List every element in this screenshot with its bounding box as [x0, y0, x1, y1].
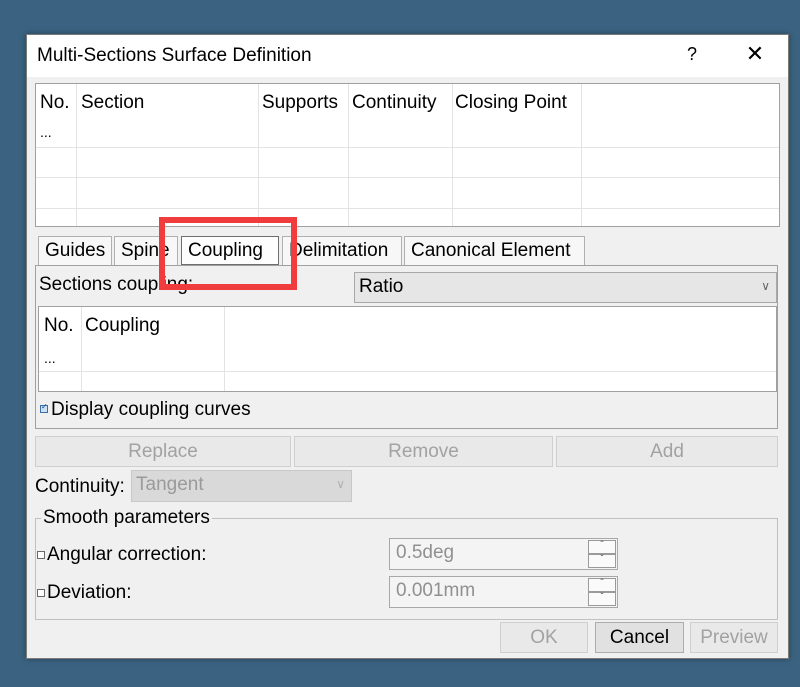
continuity-select[interactable]: Tangent ∨ [131, 470, 352, 502]
tab-guides[interactable]: Guides [38, 236, 112, 265]
spin-up-icon[interactable]: ˆ [588, 578, 616, 592]
deviation-checkbox[interactable] [37, 589, 45, 597]
table-row[interactable]: ... [40, 124, 52, 140]
column-header-section[interactable]: Section [81, 92, 144, 114]
angular-correction-checkbox[interactable] [37, 551, 45, 559]
chevron-down-icon: ∨ [336, 477, 345, 491]
deviation-spinner[interactable]: 0.001mm ˆ ˇ [389, 576, 618, 608]
preview-button[interactable]: Preview [690, 622, 778, 653]
spin-down-icon[interactable]: ˇ [588, 554, 616, 568]
angular-correction-value: 0.5deg [396, 542, 455, 563]
sections-table[interactable]: No. Section Supports Continuity Closing … [35, 83, 780, 227]
deviation-value: 0.001mm [396, 580, 476, 601]
angular-correction-spinner[interactable]: 0.5deg ˆ ˇ [389, 538, 618, 570]
close-button[interactable]: ✕ [743, 41, 767, 67]
angular-correction-label: Angular correction: [47, 544, 207, 565]
deviation-label: Deviation: [47, 582, 132, 603]
title-bar: Multi-Sections Surface Definition ? ✕ [27, 35, 788, 77]
highlight-box [159, 217, 297, 290]
continuity-value: Tangent [136, 474, 204, 495]
replace-button[interactable]: Replace [35, 436, 291, 467]
continuity-label: Continuity: [35, 476, 125, 497]
tab-canonical-element[interactable]: Canonical Element [404, 236, 585, 265]
display-coupling-curves-label: Display coupling curves [51, 399, 251, 420]
remove-button[interactable]: Remove [294, 436, 553, 467]
multi-sections-surface-dialog: Multi-Sections Surface Definition ? ✕ No… [26, 34, 789, 659]
column-header-no[interactable]: No. [40, 92, 70, 114]
column-header-closing-point[interactable]: Closing Point [455, 92, 567, 114]
spin-up-icon[interactable]: ˆ [588, 540, 616, 554]
help-button[interactable]: ? [682, 44, 702, 66]
display-coupling-curves-checkbox[interactable] [40, 402, 48, 413]
tab-delimitation[interactable]: Delimitation [282, 236, 402, 265]
column-header-continuity[interactable]: Continuity [352, 92, 437, 114]
cancel-button[interactable]: Cancel [595, 622, 684, 653]
column-header-no[interactable]: No. [44, 315, 74, 337]
add-button[interactable]: Add [556, 436, 778, 467]
column-header-coupling[interactable]: Coupling [85, 315, 160, 337]
sections-coupling-value: Ratio [359, 276, 404, 297]
coupling-table[interactable]: No. Coupling ... [38, 306, 777, 392]
smooth-parameters-title: Smooth parameters [41, 507, 212, 529]
column-header-supports[interactable]: Supports [262, 92, 338, 114]
table-row[interactable]: ... [44, 350, 56, 366]
sections-coupling-select[interactable]: Ratio ∨ [354, 272, 777, 303]
spin-down-icon[interactable]: ˇ [588, 592, 616, 606]
ok-button[interactable]: OK [500, 622, 588, 653]
dialog-title: Multi-Sections Surface Definition [37, 45, 312, 66]
chevron-down-icon: ∨ [761, 279, 770, 293]
